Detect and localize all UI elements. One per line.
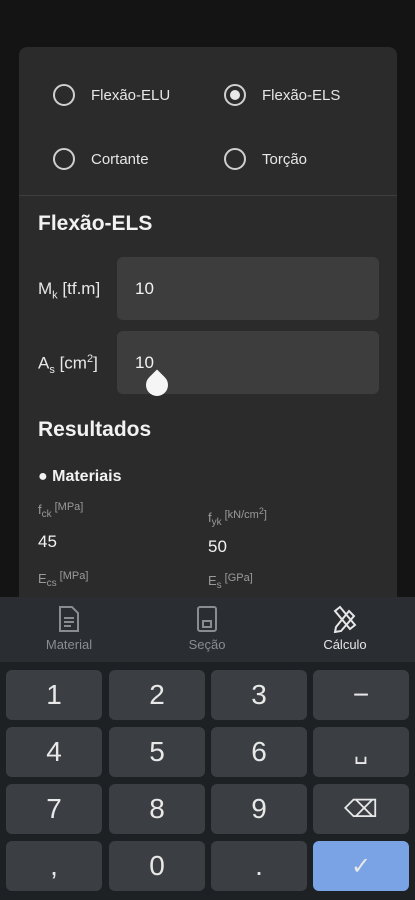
tab-label: Cálculo: [323, 637, 367, 652]
fyk-unit: [kN/cm: [224, 509, 259, 521]
document-icon: [59, 606, 79, 632]
radio-label: Torção: [262, 150, 308, 168]
calculation-type-options: Flexão-ELU Flexão-ELS Cortante Torção: [19, 47, 397, 195]
radio-circle: [53, 84, 75, 106]
mk-value: 10: [135, 279, 154, 298]
radio-circle: [224, 148, 246, 170]
tab-secao[interactable]: Seção: [157, 605, 257, 652]
key-9[interactable]: 9: [211, 784, 307, 834]
mk-unit: [tf.m]: [62, 279, 101, 298]
fck-unit: [MPa]: [54, 501, 84, 513]
as-unit-close: ]: [93, 353, 98, 373]
as-subscript: s: [49, 364, 55, 377]
key-dot[interactable]: .: [211, 841, 307, 891]
mk-subscript: k: [52, 289, 58, 302]
ecs-subscript: cs: [46, 578, 57, 589]
radio-flexao-els[interactable]: Flexão-ELS: [224, 84, 340, 106]
results-title: Resultados: [38, 418, 152, 441]
section-title: Flexão-ELS: [38, 212, 153, 235]
key-2[interactable]: 2: [109, 670, 205, 720]
key-5[interactable]: 5: [109, 727, 205, 777]
key-1[interactable]: 1: [6, 670, 102, 720]
tab-label: Material: [45, 637, 93, 652]
mk-symbol: M: [38, 279, 53, 298]
es-unit: [GPa]: [224, 572, 253, 584]
numeric-keyboard: 1 2 3 − 4 5 6 ␣ 7 8 9 ⌫ , 0 . ✓: [0, 662, 415, 900]
key-4[interactable]: 4: [6, 727, 102, 777]
calculation-card: Flexão-ELU Flexão-ELS Cortante Torção Fl…: [19, 47, 397, 607]
divider: [19, 195, 397, 196]
key-6[interactable]: 6: [211, 727, 307, 777]
radio-label: Flexão-ELS: [262, 86, 341, 104]
pencil-ruler-icon: [333, 605, 357, 633]
fyk-label: fyk[kN/cm2]: [208, 506, 267, 528]
key-8[interactable]: 8: [109, 784, 205, 834]
fyk-subscript: yk: [211, 517, 222, 528]
mk-input[interactable]: 10: [117, 257, 379, 320]
tab-calculo[interactable]: Cálculo: [295, 605, 395, 652]
fck-subscript: ck: [41, 509, 52, 520]
fck-value: 45: [38, 532, 57, 551]
es-label: Es[GPa]: [208, 572, 253, 591]
radio-label: Cortante: [91, 150, 149, 168]
key-0[interactable]: 0: [109, 841, 205, 891]
es-subscript: s: [216, 580, 222, 591]
radio-cortante[interactable]: Cortante: [53, 148, 149, 170]
key-space[interactable]: ␣: [313, 727, 409, 777]
key-7[interactable]: 7: [6, 784, 102, 834]
fyk-unit-close: ]: [263, 509, 267, 521]
key-confirm[interactable]: ✓: [313, 841, 409, 891]
ecs-symbol: E: [38, 571, 47, 586]
section-icon: [197, 606, 217, 632]
as-input[interactable]: 10: [117, 331, 379, 401]
es-symbol: E: [208, 573, 217, 588]
as-label: As [cm2]: [38, 353, 98, 376]
as-symbol: A: [38, 353, 50, 373]
radio-circle-checked: [224, 84, 246, 106]
key-backspace[interactable]: ⌫: [313, 784, 409, 834]
ecs-label: Ecs[MPa]: [38, 570, 88, 589]
radio-flexao-elu[interactable]: Flexão-ELU: [53, 84, 170, 106]
key-comma[interactable]: ,: [6, 841, 102, 891]
mk-label: Mk [tf.m]: [38, 279, 100, 301]
ecs-unit: [MPa]: [59, 570, 89, 582]
key-minus[interactable]: −: [313, 670, 409, 720]
bottom-panel: Material Seção Cálculo 1 2 3 − 4 5 6 ␣ 7…: [0, 597, 415, 900]
as-value: 10: [135, 353, 154, 372]
radio-torcao[interactable]: Torção: [224, 148, 307, 170]
fyk-value: 50: [208, 537, 227, 556]
as-unit: [cm: [59, 353, 87, 373]
radio-label: Flexão-ELU: [91, 86, 171, 104]
key-3[interactable]: 3: [211, 670, 307, 720]
tab-material[interactable]: Material: [19, 605, 119, 652]
fck-label: fck[MPa]: [38, 501, 83, 520]
tab-label: Seção: [188, 637, 226, 652]
materials-title: ● Materiais: [38, 468, 122, 485]
radio-circle: [53, 148, 75, 170]
bottom-navigation: Material Seção Cálculo: [0, 597, 415, 662]
text-cursor-handle[interactable]: [141, 369, 173, 401]
